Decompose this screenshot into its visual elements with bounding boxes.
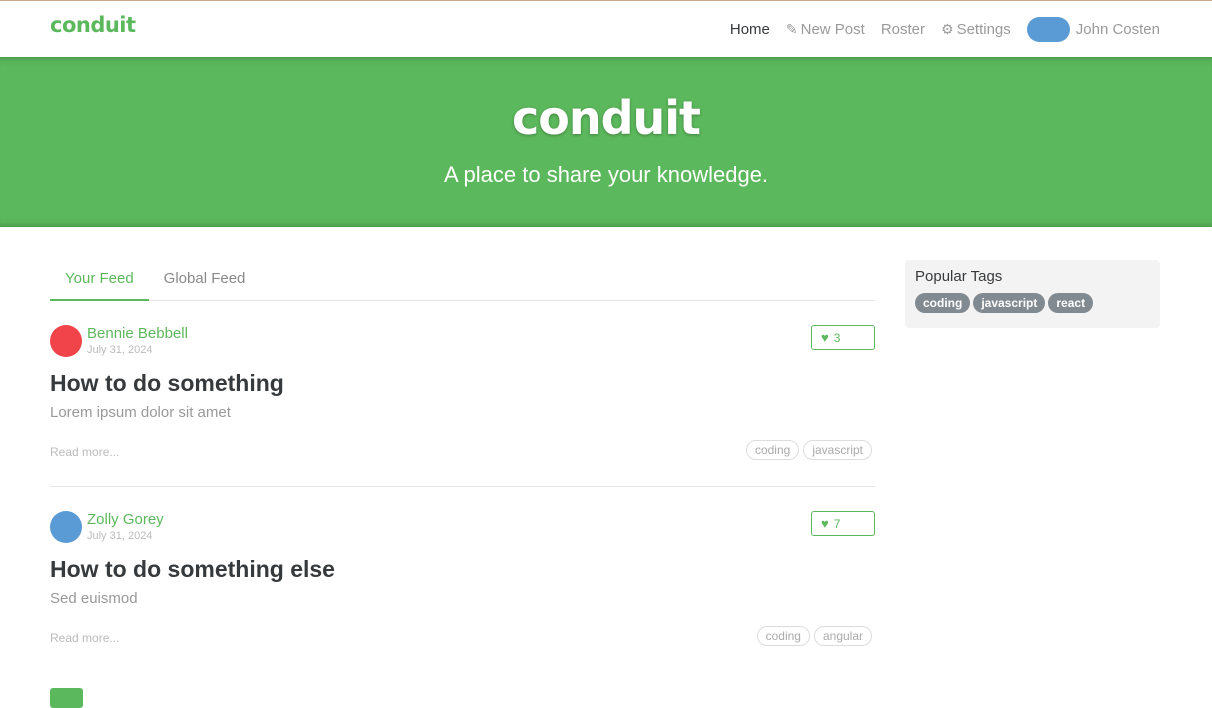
article-tag[interactable]: coding (745, 440, 800, 460)
edit-icon: ✎ (785, 21, 798, 37)
heart-icon: ♥ (821, 330, 829, 345)
navbar: conduit Home ✎ New Post Roster ⚙ Setting… (0, 1, 1212, 57)
popular-tags-sidebar: Popular Tags coding javascript react (905, 260, 1160, 328)
article-date: July 31, 2024 (87, 530, 153, 542)
nav-settings-label: Settings (956, 21, 1011, 38)
hero-banner: conduit A place to share your knowledge. (0, 57, 1212, 227)
tag-list: coding javascript react (915, 293, 1096, 313)
article-tag[interactable]: angular (813, 626, 872, 646)
tag-pill[interactable]: javascript (973, 293, 1046, 313)
nav-home[interactable]: Home (730, 21, 770, 38)
article-description: Sed euismod (50, 590, 138, 607)
article-divider (50, 486, 875, 487)
banner-subtitle: A place to share your knowledge. (443, 162, 769, 187)
favorite-button[interactable]: ♥ 7 (811, 511, 875, 536)
nav-profile-label: John Costen (1075, 21, 1160, 38)
banner-title: conduit (511, 91, 701, 145)
favorite-count: 3 (833, 330, 841, 345)
favorite-button[interactable]: ♥ 3 (811, 325, 875, 350)
read-more-link[interactable]: Read more... (50, 445, 119, 459)
pagination-button[interactable] (50, 688, 83, 708)
user-avatar (1026, 17, 1070, 42)
sidebar-title: Popular Tags (915, 268, 1003, 285)
article-tags: coding javascript (742, 440, 872, 460)
tab-your-feed[interactable]: Your Feed (50, 260, 149, 301)
article-tag[interactable]: javascript (803, 440, 872, 460)
tag-pill[interactable]: coding (915, 293, 971, 313)
feed-tabs: Your Feed Global Feed (50, 260, 875, 301)
author-name[interactable]: Bennie Bebbell (87, 325, 188, 342)
article-title[interactable]: How to do something (50, 370, 284, 397)
author-avatar[interactable] (50, 511, 82, 543)
nav-new-post[interactable]: ✎ New Post (786, 21, 865, 38)
author-avatar[interactable] (50, 325, 82, 357)
brand-logo[interactable]: conduit (50, 13, 136, 37)
article-description: Lorem ipsum dolor sit amet (50, 404, 231, 421)
tab-global-feed[interactable]: Global Feed (149, 260, 261, 300)
gear-icon: ⚙ (941, 21, 954, 37)
tag-pill[interactable]: react (1048, 293, 1094, 313)
nav-roster[interactable]: Roster (881, 21, 925, 38)
nav-links: Home ✎ New Post Roster ⚙ Settings John C… (714, 17, 1160, 42)
article-tag[interactable]: coding (756, 626, 810, 646)
nav-new-post-label: New Post (800, 21, 865, 38)
article-title[interactable]: How to do something else (50, 556, 335, 583)
read-more-link[interactable]: Read more... (50, 631, 119, 645)
nav-roster-label: Roster (880, 21, 925, 38)
nav-home-label: Home (729, 21, 770, 38)
article-date: July 31, 2024 (87, 344, 153, 356)
nav-profile[interactable]: John Costen (1026, 17, 1160, 42)
favorite-count: 7 (833, 516, 841, 531)
nav-settings[interactable]: ⚙ Settings (941, 21, 1011, 38)
heart-icon: ♥ (821, 516, 829, 531)
author-name[interactable]: Zolly Gorey (87, 511, 164, 528)
article-tags: coding angular (753, 626, 872, 646)
